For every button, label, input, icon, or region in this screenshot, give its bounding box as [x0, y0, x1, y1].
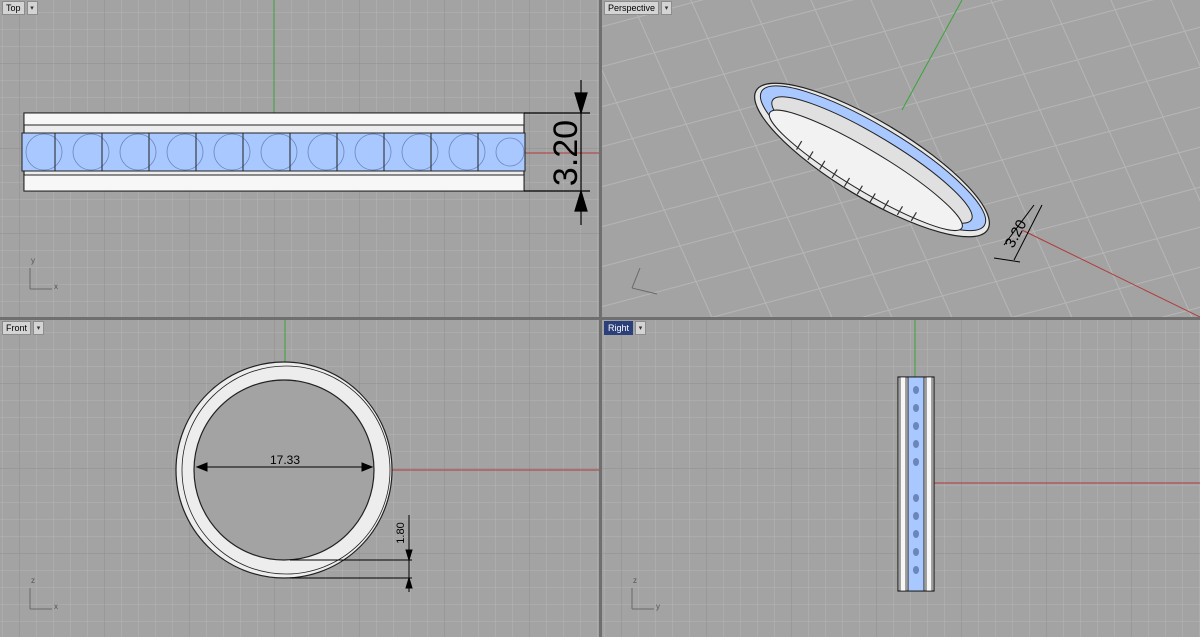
viewport-title-label[interactable]: Top — [2, 0, 25, 15]
x-axis-line — [1021, 229, 1200, 317]
top-dimension-label: 3.20 — [547, 120, 585, 186]
top-grid: 3.20 — [0, 0, 599, 317]
front-grid: 17.33 1.80 — [0, 320, 599, 637]
chevron-down-icon[interactable]: ▾ — [635, 320, 647, 335]
viewport-title-top[interactable]: Top ▾ — [2, 0, 38, 15]
axis-label-z: z — [31, 576, 35, 585]
viewport-title-label[interactable]: Front — [2, 320, 32, 335]
ring-right-view — [897, 376, 935, 592]
chevron-down-icon[interactable]: ▾ — [26, 0, 38, 15]
axis-label-y: y — [656, 602, 660, 611]
viewport-title-label[interactable]: Right — [604, 320, 634, 335]
viewport-title-right[interactable]: Right ▾ — [604, 320, 647, 335]
viewport-top[interactable]: 3.20 y x Top ▾ — [0, 0, 599, 317]
front-thickness-label: 1.80 — [395, 522, 407, 543]
ring-perspective-view — [754, 82, 990, 238]
viewport-perspective[interactable]: 3.20 Perspective ▾ — [602, 0, 1200, 317]
axis-label-z: z — [633, 576, 637, 585]
front-diameter-label: 17.33 — [270, 453, 300, 467]
perspective-grid: 3.20 — [602, 0, 1200, 317]
viewport-title-perspective[interactable]: Perspective ▾ — [604, 0, 673, 15]
axis-label-y: y — [31, 256, 35, 265]
axis-gizmo — [631, 267, 658, 295]
viewport-title-label[interactable]: Perspective — [604, 0, 660, 15]
ring-top-view — [21, 112, 526, 192]
right-grid — [602, 320, 1200, 637]
axis-label-x: x — [54, 602, 58, 611]
axis-label-x: x — [54, 282, 58, 291]
viewport-right[interactable]: z y Right ▾ — [602, 320, 1200, 637]
ring-front-view — [175, 361, 393, 579]
chevron-down-icon[interactable]: ▾ — [661, 0, 673, 15]
viewport-front[interactable]: 17.33 1.80 z x Front ▾ — [0, 320, 599, 637]
chevron-down-icon[interactable]: ▾ — [33, 320, 45, 335]
viewport-title-front[interactable]: Front ▾ — [2, 320, 45, 335]
